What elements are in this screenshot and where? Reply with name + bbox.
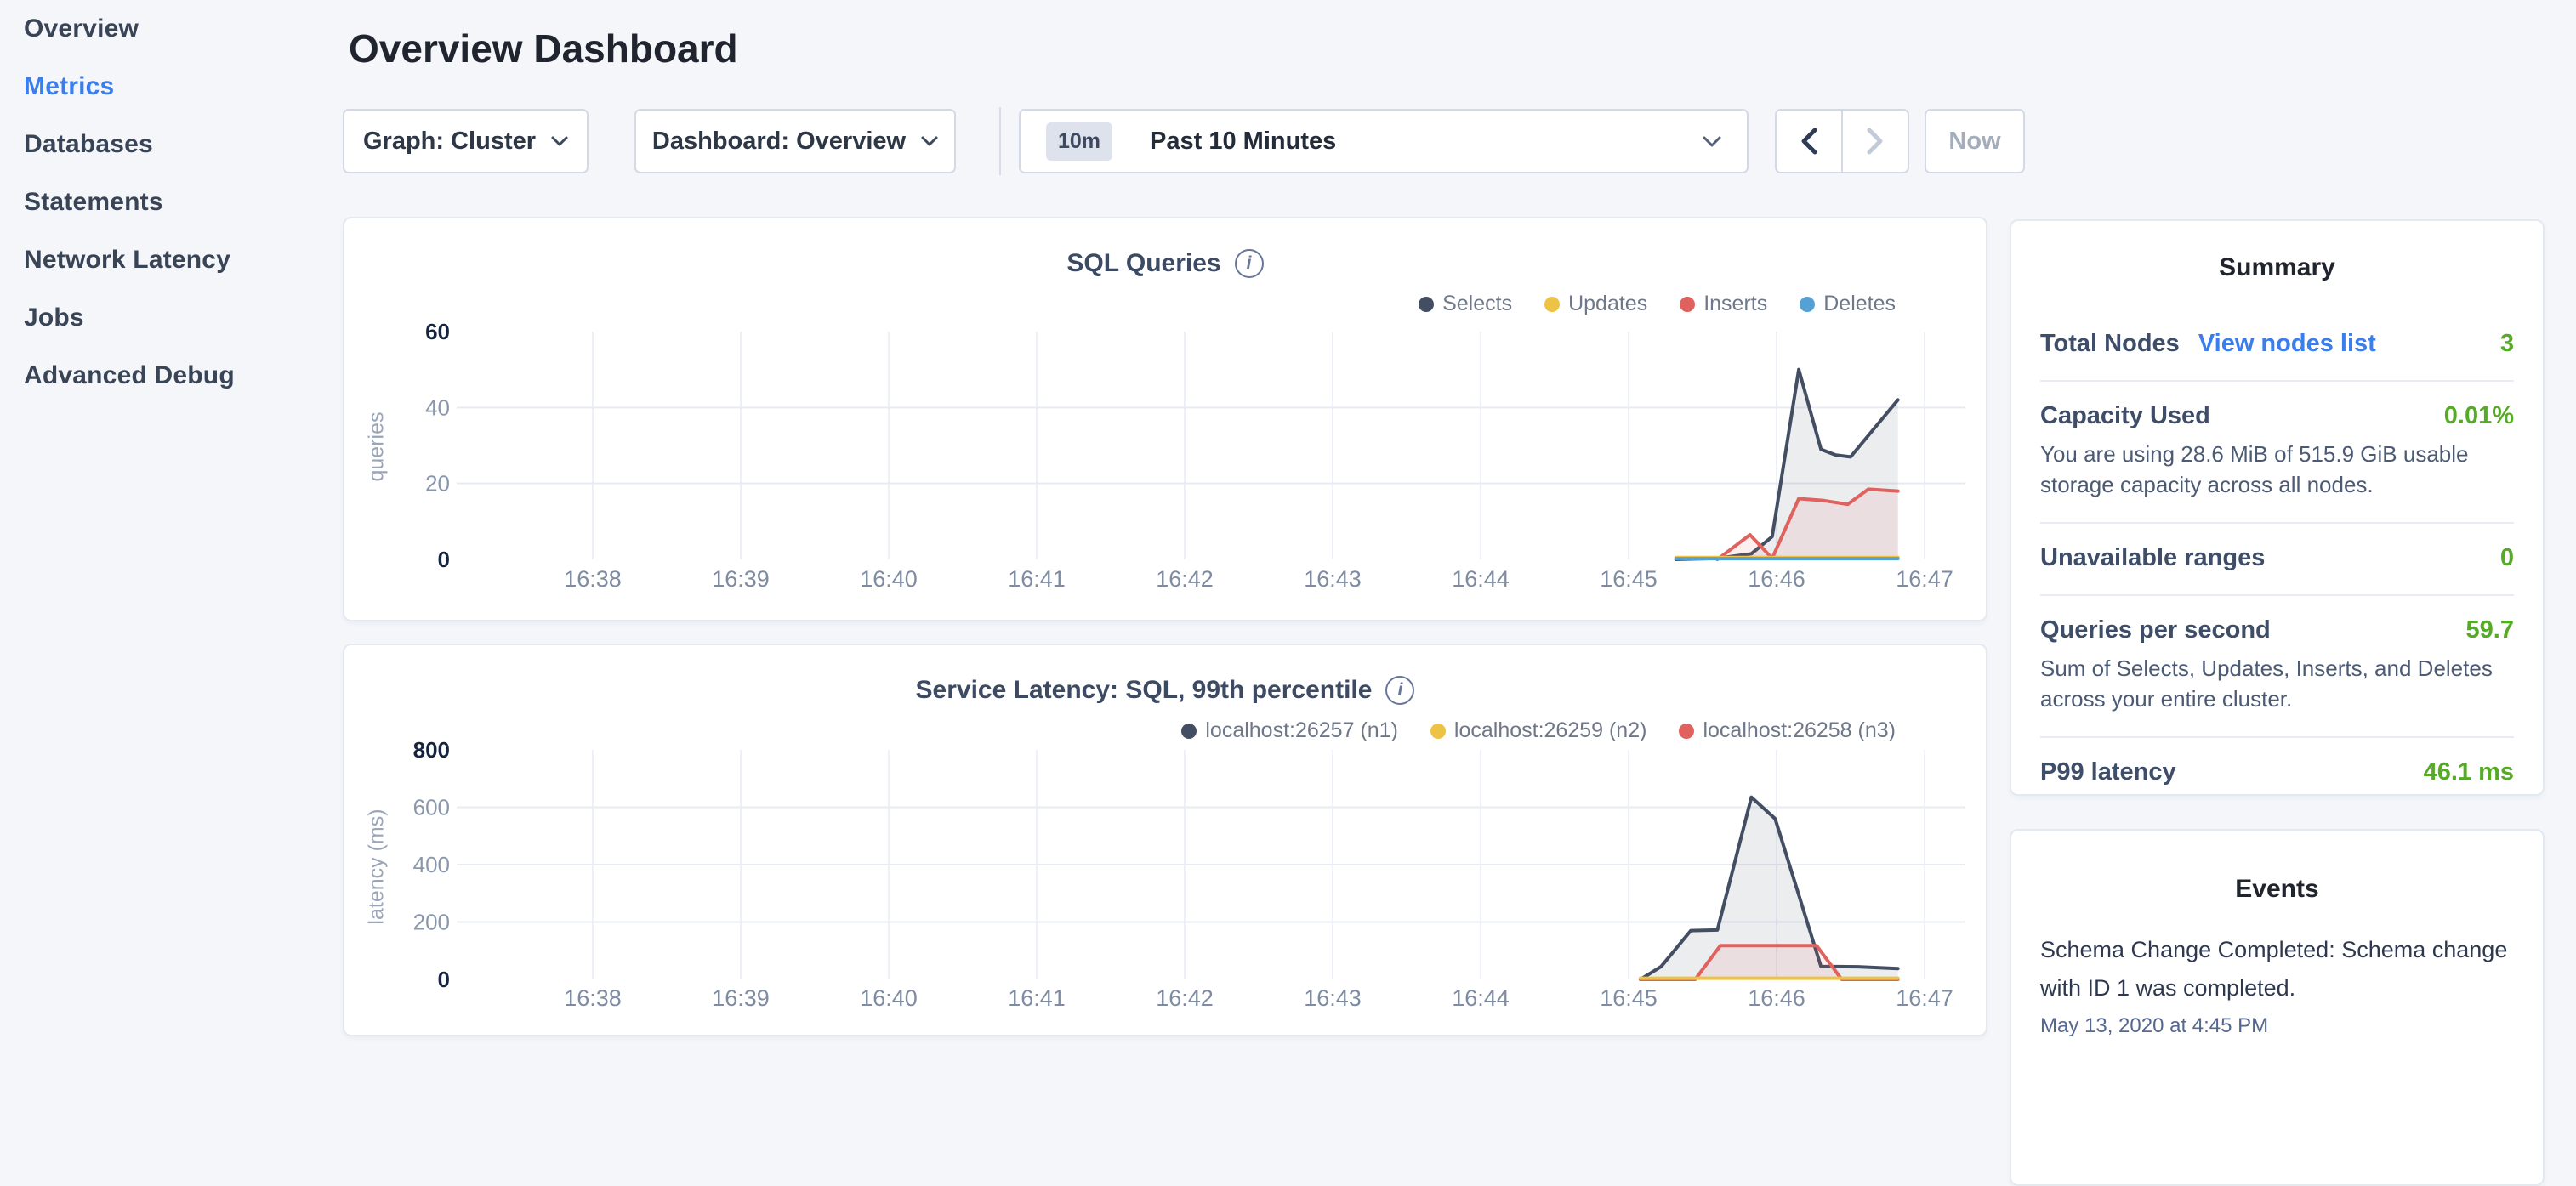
p99-latency-label: P99 latency — [2040, 758, 2176, 786]
summary-panel: Summary Total Nodes View nodes list 3 Ca… — [2010, 219, 2545, 796]
qps-description: Sum of Selects, Updates, Inserts, and De… — [2040, 653, 2514, 714]
svg-text:16:39: 16:39 — [712, 566, 770, 592]
summary-row-unavailable-ranges: Unavailable ranges 0 — [2040, 544, 2514, 572]
divider — [2040, 522, 2514, 524]
svg-text:20: 20 — [425, 471, 450, 497]
p99-latency-value: 46.1 ms — [2424, 758, 2514, 786]
sidebar-item-databases[interactable]: Databases — [0, 116, 333, 173]
unavailable-ranges-value: 0 — [2500, 544, 2514, 572]
sidebar-item-overview[interactable]: Overview — [0, 0, 333, 58]
svg-text:16:41: 16:41 — [1008, 985, 1066, 1011]
sidebar-item-advanced-debug[interactable]: Advanced Debug — [0, 347, 333, 405]
svg-text:0: 0 — [438, 547, 450, 572]
event-timestamp: May 13, 2020 at 4:45 PM — [2040, 1014, 2514, 1038]
summary-row-p99: P99 latency 46.1 ms — [2040, 758, 2514, 786]
svg-text:40: 40 — [425, 394, 450, 420]
dashboard-dropdown[interactable]: Dashboard: Overview — [634, 109, 956, 173]
time-range-label: Past 10 Minutes — [1150, 128, 1687, 156]
capacity-used-value: 0.01% — [2444, 402, 2514, 430]
sidebar: Overview Metrics Databases Statements Ne… — [0, 0, 333, 1051]
toolbar-divider — [999, 107, 1001, 175]
divider — [2040, 380, 2514, 382]
svg-text:800: 800 — [413, 737, 450, 763]
chevron-down-icon — [551, 136, 568, 146]
summary-row-total-nodes: Total Nodes View nodes list 3 — [2040, 330, 2514, 358]
total-nodes-value: 3 — [2500, 330, 2514, 358]
svg-text:16:42: 16:42 — [1156, 566, 1214, 592]
chevron-right-icon — [1867, 128, 1884, 155]
svg-text:16:46: 16:46 — [1748, 985, 1805, 1011]
svg-text:16:42: 16:42 — [1156, 985, 1214, 1011]
qps-label: Queries per second — [2040, 616, 2271, 644]
svg-text:16:39: 16:39 — [712, 985, 770, 1011]
sidebar-item-jobs[interactable]: Jobs — [0, 289, 333, 347]
chevron-down-icon — [921, 136, 938, 146]
svg-text:16:47: 16:47 — [1896, 566, 1953, 592]
summary-row-capacity: Capacity Used 0.01% — [2040, 402, 2514, 430]
svg-text:16:44: 16:44 — [1452, 566, 1510, 592]
total-nodes-label: Total Nodes — [2040, 330, 2180, 358]
time-window-arrows — [1775, 109, 1909, 173]
chevron-down-icon — [1703, 136, 1721, 147]
svg-text:16:45: 16:45 — [1600, 566, 1658, 592]
capacity-used-label: Capacity Used — [2040, 402, 2210, 430]
svg-text:16:45: 16:45 — [1600, 985, 1658, 1011]
svg-text:400: 400 — [413, 852, 450, 877]
next-time-window-button[interactable] — [1841, 111, 1908, 172]
divider — [2040, 736, 2514, 738]
sidebar-item-network-latency[interactable]: Network Latency — [0, 231, 333, 289]
service-latency-chart-card: Service Latency: SQL, 99th percentile i … — [343, 644, 1987, 1036]
divider — [2040, 594, 2514, 596]
svg-text:16:38: 16:38 — [564, 985, 622, 1011]
events-title: Events — [2040, 875, 2514, 904]
now-button[interactable]: Now — [1925, 109, 2025, 173]
service-latency-chart: 16:38 16:39 16:40 16:41 16:42 16:43 16:44 16:45… — [344, 645, 1989, 1038]
svg-text:0: 0 — [438, 967, 450, 992]
svg-text:60: 60 — [425, 319, 450, 344]
svg-text:200: 200 — [413, 910, 450, 935]
svg-text:16:41: 16:41 — [1008, 566, 1066, 592]
summary-row-qps: Queries per second 59.7 — [2040, 616, 2514, 644]
sql-queries-chart-card: SQL Queries i SelectsUpdatesInsertsDelet… — [343, 217, 1987, 621]
qps-value: 59.7 — [2466, 616, 2514, 644]
summary-title: Summary — [2040, 253, 2514, 282]
graph-scope-label: Graph: Cluster — [363, 128, 536, 156]
unavailable-ranges-label: Unavailable ranges — [2040, 544, 2265, 572]
page-title: Overview Dashboard — [349, 26, 738, 71]
time-range-badge: 10m — [1046, 122, 1112, 161]
svg-text:16:38: 16:38 — [564, 566, 622, 592]
svg-text:16:40: 16:40 — [860, 985, 918, 1011]
events-panel: Events Schema Change Completed: Schema c… — [2010, 829, 2545, 1186]
overview-dashboard-page: Overview Metrics Databases Statements Ne… — [0, 0, 2576, 1051]
svg-text:600: 600 — [413, 795, 450, 820]
previous-time-window-button[interactable] — [1777, 111, 1841, 172]
capacity-description: You are using 28.6 MiB of 515.9 GiB usab… — [2040, 439, 2514, 500]
view-nodes-list-link[interactable]: View nodes list — [2198, 330, 2376, 358]
dashboard-label: Dashboard: Overview — [652, 128, 906, 156]
chevron-left-icon — [1800, 128, 1817, 155]
svg-text:16:43: 16:43 — [1304, 566, 1362, 592]
sql-queries-chart: 16:38 16:39 16:40 16:41 16:42 16:43 16:44 16:45… — [344, 218, 1989, 623]
sidebar-item-statements[interactable]: Statements — [0, 173, 333, 231]
svg-text:16:43: 16:43 — [1304, 985, 1362, 1011]
svg-text:16:46: 16:46 — [1748, 566, 1805, 592]
svg-text:16:47: 16:47 — [1896, 985, 1953, 1011]
event-message[interactable]: Schema Change Completed: Schema change w… — [2040, 931, 2514, 1007]
svg-text:16:44: 16:44 — [1452, 985, 1510, 1011]
sidebar-item-metrics[interactable]: Metrics — [0, 58, 333, 116]
graph-scope-dropdown[interactable]: Graph: Cluster — [343, 109, 589, 173]
svg-text:16:40: 16:40 — [860, 566, 918, 592]
time-range-dropdown[interactable]: 10m Past 10 Minutes — [1019, 109, 1749, 173]
